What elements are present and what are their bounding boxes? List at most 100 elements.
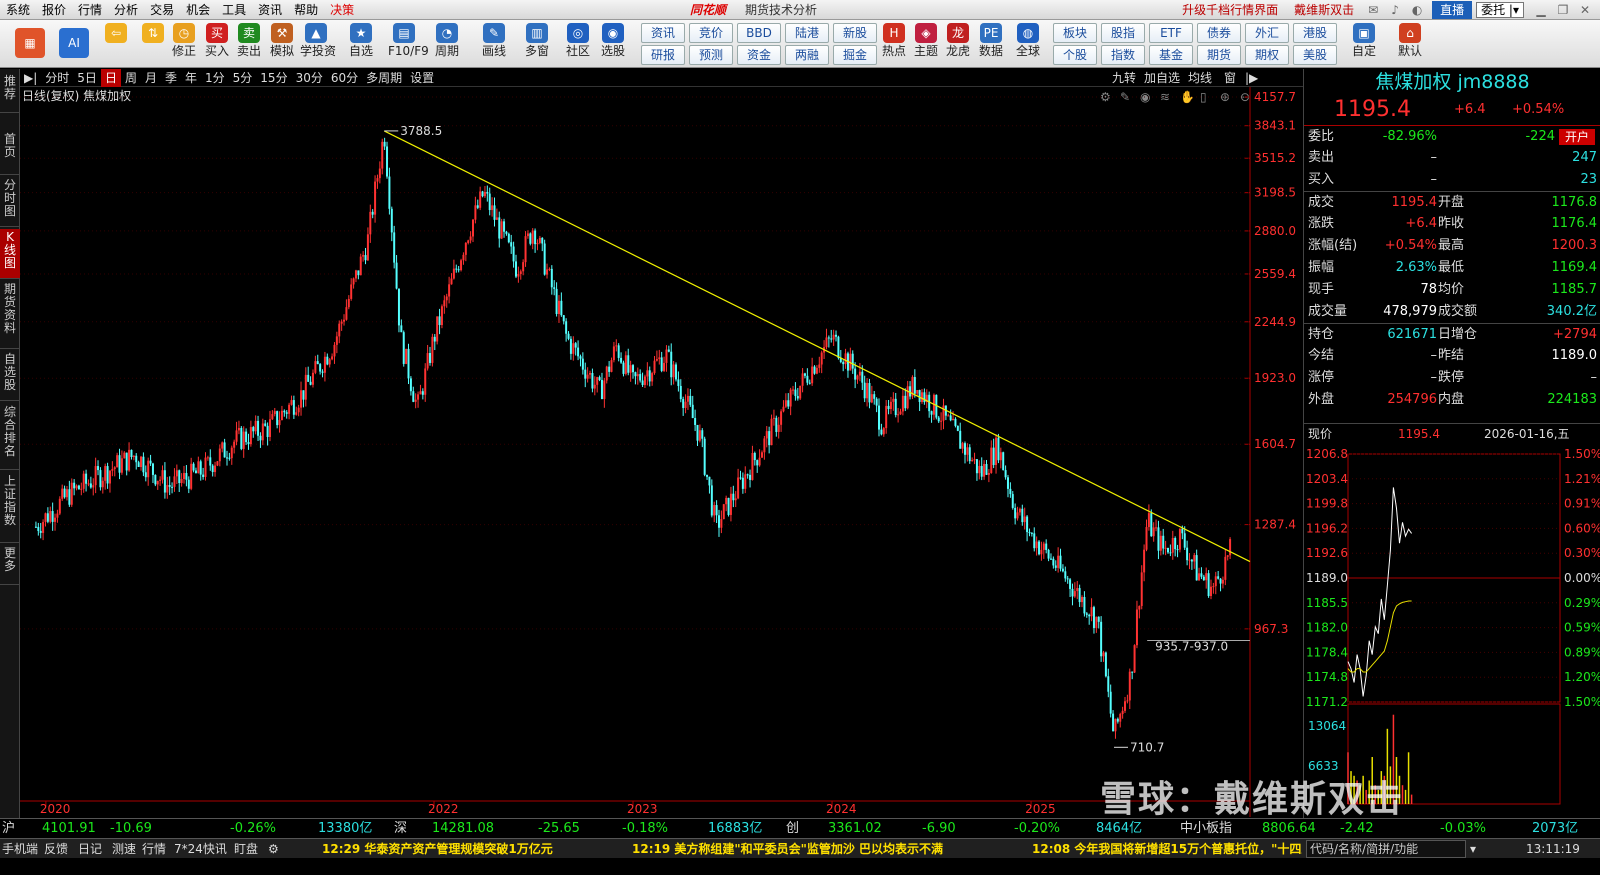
quick-button-研报[interactable]: 研报 (641, 45, 685, 65)
menu-item-1[interactable]: 报价 (36, 0, 72, 20)
live-button[interactable]: 直播 (1432, 1, 1473, 19)
skin-icon[interactable]: ◐ (1406, 3, 1428, 17)
quick-button-陆港[interactable]: 陆港 (785, 23, 829, 43)
left-tab-5[interactable]: 自选股 (0, 351, 20, 401)
mail-icon[interactable]: ✉ (1362, 3, 1384, 17)
toolbar-button-多窗[interactable]: ▥ 多窗 (521, 22, 553, 66)
period-5[interactable]: 季 (161, 69, 181, 87)
toolbar-button-选股[interactable]: ◉ 选股 (597, 22, 629, 66)
toolbar-button-龙虎[interactable]: 龙龙虎 (942, 22, 974, 66)
toolbar-button-F10/F9[interactable]: ▤ F10/F9 (388, 22, 429, 66)
period-0[interactable]: 分时 (41, 69, 73, 87)
period-7[interactable]: 1分 (201, 69, 229, 87)
index-item-0[interactable]: 沪 (2, 820, 15, 838)
period-2[interactable]: 日 (100, 68, 121, 87)
quick-button-新股[interactable]: 新股 (833, 23, 877, 43)
news-ticker-2[interactable]: 12:08 今年我国将新增超15万个普惠托位，"十四五 (1032, 840, 1302, 858)
status-tab-0[interactable]: 手机端 (2, 840, 38, 858)
period-right-3[interactable]: 窗 (1224, 69, 1236, 87)
menu-item-4[interactable]: 交易 (144, 0, 180, 20)
toolbar-button-修正[interactable]: ◷ 修正 (168, 22, 200, 66)
quick-button-BBD[interactable]: BBD (737, 23, 781, 43)
quick-button-港股[interactable]: 港股 (1293, 23, 1337, 43)
quick-button-股指[interactable]: 股指 (1101, 23, 1145, 43)
intraday-chart[interactable]: 1206.8 1.50% 1203.4 1.21% 1199.8 0.91% 1196.2 0… (1304, 449, 1600, 807)
quick-button-掘金[interactable]: 掘金 (833, 45, 877, 65)
toolbar-button-windows[interactable]: ▦ (10, 22, 50, 66)
status-tab-2[interactable]: 日记 (78, 840, 102, 858)
toolbar-button-买入[interactable]: 买买入 (201, 22, 233, 66)
minimize-icon[interactable]: ▁ (1530, 3, 1552, 17)
menu-item-5[interactable]: 机会 (180, 0, 216, 20)
period-6[interactable]: 年 (181, 69, 201, 87)
period-3[interactable]: 周 (121, 69, 141, 87)
upgrade-link[interactable]: 升级千档行情界面 (1174, 0, 1286, 20)
left-tab-8[interactable]: 更多 (0, 545, 20, 585)
index-item-5[interactable]: 深 (394, 820, 407, 838)
left-tab-6[interactable]: 综合排名 (0, 404, 20, 470)
status-tab-1[interactable]: 反馈 (44, 840, 68, 858)
quick-button-美股[interactable]: 美股 (1293, 45, 1337, 65)
order-combo[interactable]: 委托 |▾ (1476, 2, 1524, 18)
left-tab-1[interactable]: 首页 (0, 131, 20, 175)
toolbar-button-卖出[interactable]: 卖卖出 (233, 22, 265, 66)
quick-button-两融[interactable]: 两融 (785, 45, 829, 65)
menu-item-0[interactable]: 系统 (0, 0, 36, 20)
quick-button-期货[interactable]: 期货 (1197, 45, 1241, 65)
left-tab-2[interactable]: 分时图 (0, 177, 20, 227)
quick-button-个股[interactable]: 个股 (1053, 45, 1097, 65)
toolbar-button-主题[interactable]: ◈ 主题 (910, 22, 942, 66)
status-tab-4[interactable]: 行情 (142, 840, 166, 858)
quick-button-预测[interactable]: 预测 (689, 45, 733, 65)
quick-button-资讯[interactable]: 资讯 (641, 23, 685, 43)
news-ticker-1[interactable]: 12:19 美方称组建"和平委员会"监管加沙 巴以均表示不满 (632, 840, 943, 858)
index-item-15[interactable]: 中小板指 (1180, 820, 1232, 838)
toolbar-button-热点[interactable]: H 热点 (878, 22, 910, 66)
toolbar-button-周期[interactable]: ◔ 周期 (431, 22, 463, 66)
left-tab-4[interactable]: 期货资料 (0, 281, 20, 349)
period-11[interactable]: 60分 (327, 69, 362, 87)
menu-item-6[interactable]: 工具 (216, 0, 252, 20)
period-13[interactable]: 设置 (406, 69, 438, 87)
open-account-button[interactable]: 开户 (1558, 129, 1595, 145)
status-tab-3[interactable]: 测速 (112, 840, 136, 858)
user-link[interactable]: 戴维斯双击 (1286, 0, 1362, 20)
period-8[interactable]: 5分 (229, 69, 257, 87)
quick-button-资金[interactable]: 资金 (737, 45, 781, 65)
left-tab-3[interactable]: K线图 (0, 229, 20, 279)
news-ticker-0[interactable]: 12:29 华泰资产资产管理规模突破1万亿元 (322, 840, 553, 858)
period-10[interactable]: 30分 (292, 69, 327, 87)
left-tab-7[interactable]: 上证指数 (0, 473, 20, 543)
toolbar-button-模拟[interactable]: ⚒ 模拟 (266, 22, 298, 66)
menu-item-8[interactable]: 帮助 (288, 0, 324, 20)
play-icon[interactable]: ▶| (20, 69, 41, 87)
period-right-2[interactable]: 均线 (1188, 69, 1212, 87)
quick-button-基金[interactable]: 基金 (1149, 45, 1193, 65)
period-right-1[interactable]: 加自选 (1144, 69, 1180, 87)
period-9[interactable]: 15分 (256, 69, 291, 87)
bell-icon[interactable]: ♪ (1384, 3, 1406, 17)
next-icon[interactable]: |▶ (1245, 69, 1258, 87)
quick-button-指数[interactable]: 指数 (1101, 45, 1145, 65)
menu-item-3[interactable]: 分析 (108, 0, 144, 20)
gear-icon[interactable]: ⚙ (1100, 90, 1111, 104)
menu-item-9[interactable]: 决策 (324, 0, 360, 20)
period-4[interactable]: 月 (141, 69, 161, 87)
close-icon[interactable]: ✕ (1574, 3, 1596, 17)
toolbar-button-学投资[interactable]: ▲ 学投资 (300, 22, 336, 66)
toolbar-button-up-down-arrow[interactable]: ⇅ (137, 22, 169, 66)
restore-icon[interactable]: ❐ (1552, 3, 1574, 17)
quick-button-板块[interactable]: 板块 (1053, 23, 1097, 43)
period-right-0[interactable]: 九转 (1112, 69, 1136, 87)
left-tab-0[interactable]: 推荐 (0, 73, 20, 113)
toolbar-button-ai[interactable]: AI (54, 22, 94, 66)
quick-button-外汇[interactable]: 外汇 (1245, 23, 1289, 43)
toolbar-button-默认[interactable]: ⌂ 默认 (1394, 22, 1426, 66)
toolbar-button-自定[interactable]: ▣ 自定 (1348, 22, 1380, 66)
quick-button-ETF[interactable]: ETF (1149, 23, 1193, 43)
toolbar-button-自选[interactable]: ★ 自选 (345, 22, 377, 66)
search-input[interactable]: 代码/名称/简拼/功能 (1306, 840, 1466, 858)
settings-icon[interactable]: ⚙ (268, 840, 279, 858)
period-12[interactable]: 多周期 (362, 69, 406, 87)
toolbar-button-全球[interactable]: ◍ 全球 (1012, 22, 1044, 66)
